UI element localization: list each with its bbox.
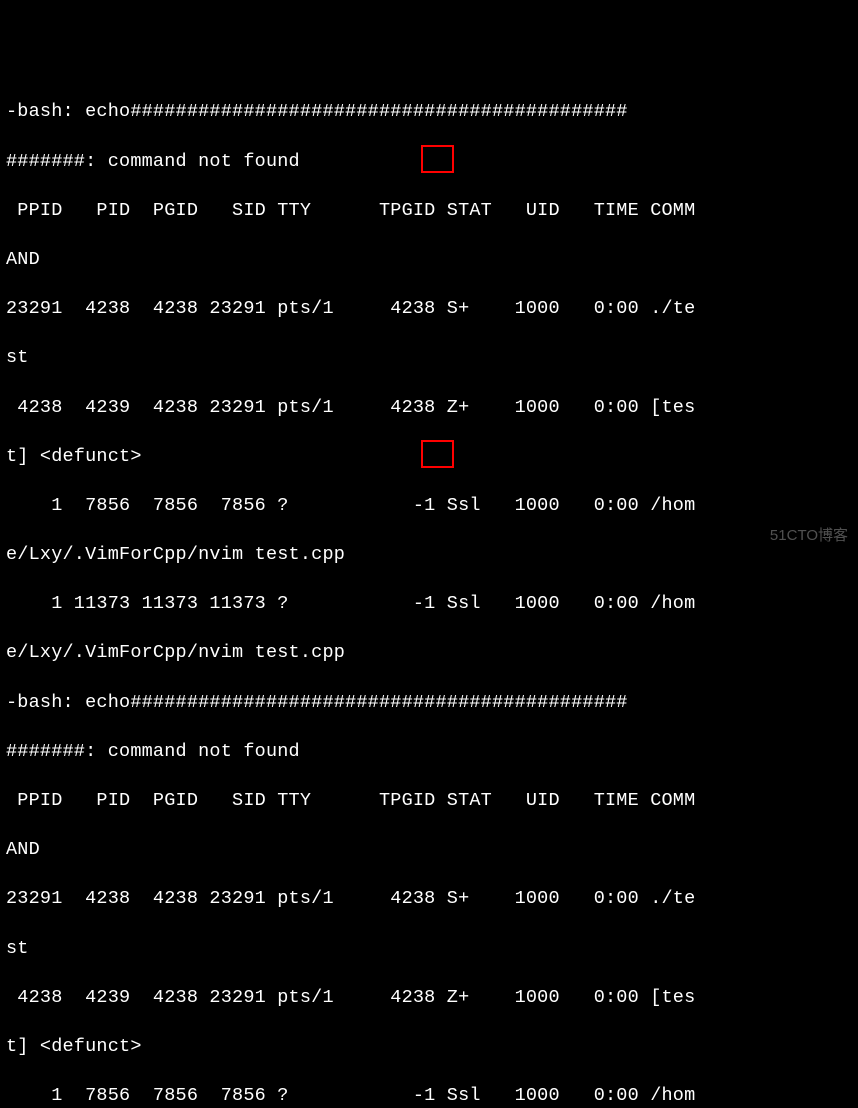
- ps-row-wrap: e/Lxy/.VimForCpp/nvim test.cpp: [6, 641, 852, 666]
- ps-row: 1 7856 7856 7856 ? -1 Ssl 1000 0:00 /hom: [6, 494, 852, 519]
- term-line: -bash: echo#############################…: [6, 691, 852, 716]
- ps-row-wrap: st: [6, 937, 852, 962]
- ps-row-wrap: t] <defunct>: [6, 1035, 852, 1060]
- watermark: 51CTO博客: [770, 526, 848, 546]
- ps-header: PPID PID PGID SID TTY TPGID STAT UID TIM…: [6, 789, 852, 814]
- ps-header-wrap: AND: [6, 838, 852, 863]
- ps-row: 1 7856 7856 7856 ? -1 Ssl 1000 0:00 /hom: [6, 1084, 852, 1108]
- ps-row-wrap: e/Lxy/.VimForCpp/nvim test.cpp: [6, 543, 852, 568]
- ps-row-wrap: st: [6, 346, 852, 371]
- ps-row: 23291 4238 4238 23291 pts/1 4238 S+ 1000…: [6, 887, 852, 912]
- ps-row-wrap: t] <defunct>: [6, 445, 852, 470]
- ps-row: 1 11373 11373 11373 ? -1 Ssl 1000 0:00 /…: [6, 592, 852, 617]
- ps-row: 4238 4239 4238 23291 pts/1 4238 Z+ 1000 …: [6, 396, 852, 421]
- term-line: #######: command not found: [6, 150, 852, 175]
- ps-header: PPID PID PGID SID TTY TPGID STAT UID TIM…: [6, 199, 852, 224]
- ps-header-wrap: AND: [6, 248, 852, 273]
- term-line: -bash: echo#############################…: [6, 100, 852, 125]
- ps-row: 23291 4238 4238 23291 pts/1 4238 S+ 1000…: [6, 297, 852, 322]
- term-line: #######: command not found: [6, 740, 852, 765]
- ps-row: 4238 4239 4238 23291 pts/1 4238 Z+ 1000 …: [6, 986, 852, 1011]
